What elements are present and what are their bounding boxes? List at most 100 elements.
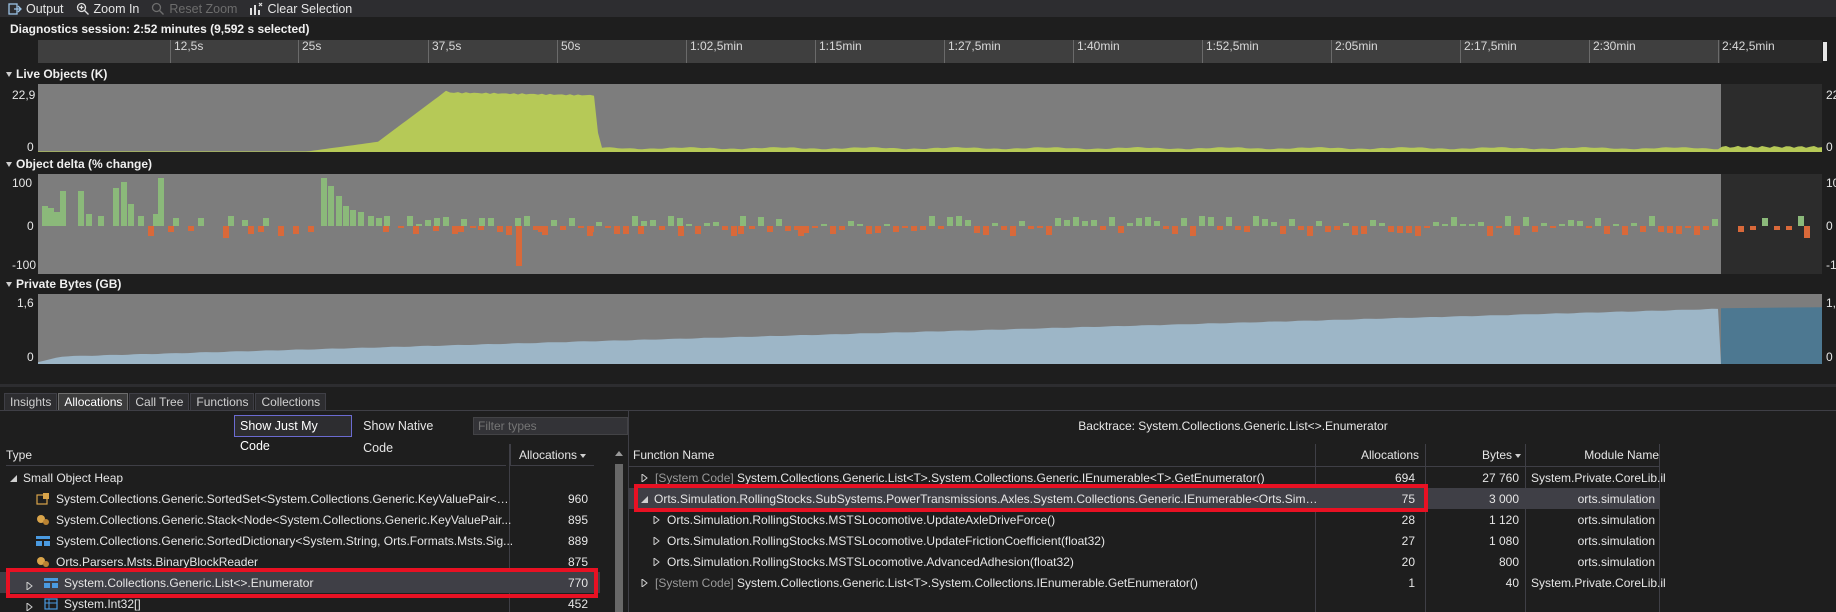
delta-bar [857,224,863,226]
collapse-icon [6,281,12,287]
delta-bar [596,222,602,226]
delta-bar [1694,226,1700,235]
ruler-tick-label: 2:17,5min [1460,40,1517,63]
tab-call-tree[interactable]: Call Tree [129,393,190,410]
ruler-tick-label: 37,5s [428,40,461,63]
zoom-in-button[interactable]: Zoom In [72,0,146,17]
object-delta-header[interactable]: Object delta (% change) [0,156,152,172]
types-scrollbar[interactable] [612,444,626,612]
tab-insights[interactable]: Insights [4,393,58,410]
filter-types-input[interactable] [473,417,628,435]
group-row-small-object-heap[interactable]: Small Object Heap [0,467,600,488]
delta-bar [1631,223,1637,226]
timeline-ruler[interactable]: 12,5s 25s 37,5s 50s 1:02,5min 1:15min 1:27,5mi… [38,40,1822,63]
allocations-column-header[interactable]: Allocations [1319,444,1419,466]
row-module: System.Private.CoreLib.il [1531,575,1666,590]
module-name-column-header[interactable]: Module Name [1531,444,1659,466]
ruler-tick-label: 1:02,5min [686,40,743,63]
delta-bar [1667,226,1673,233]
delta-bar [1379,223,1385,226]
bytes-column-header[interactable]: Bytes [1429,444,1521,466]
delta-right-mid-label: 0 [1826,219,1833,233]
output-icon [8,2,22,16]
delta-bar [1073,217,1079,226]
scroll-thumb[interactable] [615,464,623,612]
ruler-scroll-handle[interactable] [1823,42,1827,61]
delta-bar [614,226,620,234]
scroll-up-icon[interactable] [612,448,626,458]
delta-bar [54,212,60,226]
backtrace-row[interactable]: Orts.Simulation.RollingStocks.MSTSLocomo… [629,509,1659,530]
class-gear-icon [36,514,50,526]
clear-selection-button[interactable]: Clear Selection [245,0,358,17]
private-bytes-header[interactable]: Private Bytes (GB) [0,276,121,292]
delta-bar [1442,224,1448,226]
delta-bar [722,226,728,230]
show-just-my-code-button[interactable]: Show Just My Code [234,415,353,453]
delta-bar [98,216,104,226]
analysis-tabs: Insights Allocations Call Tree Functions… [4,393,327,410]
object-delta-graph[interactable] [38,174,1822,274]
delta-bar [1559,224,1565,226]
delta-bar [308,226,314,232]
tab-collections[interactable]: Collections [255,393,327,410]
live-objects-graph[interactable] [38,84,1822,152]
row-module: orts.simulation [1577,512,1655,527]
ruler-tick-label: 2:42,5min [1718,40,1775,63]
delta-bar [358,212,364,226]
delta-bar [478,226,484,230]
delta-bar [1199,216,1205,226]
row-bytes: 1 120 [1488,512,1519,527]
delta-bar [1685,226,1691,228]
output-button[interactable]: Output [4,0,70,17]
tab-allocations[interactable]: Allocations [58,393,129,410]
row-bytes: 40 [1505,575,1519,590]
private-bytes-title: Private Bytes (GB) [16,277,122,291]
delta-bar [965,220,971,226]
type-row[interactable]: System.Collections.Generic.SortedSet<Sys… [0,488,600,509]
tab-functions[interactable]: Functions [190,393,255,410]
delta-bar [1226,217,1232,226]
delta-bar [1316,221,1322,226]
delta-bar [48,208,54,226]
live-objects-header[interactable]: Live Objects (K) [0,66,107,82]
type-name: System.Collections.Generic.Stack<Node<Sy… [56,512,512,527]
backtrace-row[interactable]: [System Code] System.Collections.Generic… [629,572,1666,593]
delta-bar [659,226,665,230]
reset-zoom-button[interactable]: Reset Zoom [147,0,243,17]
expand-icon [653,534,661,548]
delta-bar [920,226,926,230]
type-column-header[interactable]: Type [6,444,506,466]
backtrace-row[interactable]: Orts.Simulation.RollingStocks.MSTSLocomo… [629,551,1659,572]
delta-bar [1361,226,1367,234]
type-row[interactable]: System.Collections.Generic.Stack<Node<Sy… [0,509,600,530]
function-name: System.Collections.Generic.List<T>.Syste… [737,470,1265,485]
collapse-icon [6,161,12,167]
backtrace-row[interactable]: Orts.Simulation.RollingStocks.MSTSLocomo… [629,530,1659,551]
function-name: System.Collections.Generic.List<T>.Syste… [737,575,1198,590]
delta-bar [731,226,737,236]
delta-bar [1325,226,1331,232]
splitter[interactable] [0,384,1836,387]
row-module: orts.simulation [1577,533,1655,548]
private-bytes-graph[interactable] [38,294,1822,364]
delta-bar [1163,226,1169,229]
delta-bar [785,226,791,231]
delta-bar [321,178,327,226]
delta-bar [1262,219,1268,226]
delta-bar [704,223,710,226]
type-row[interactable]: System.Collections.Generic.SortedDiction… [0,530,600,551]
delta-bar [1190,226,1196,236]
allocations-column-header[interactable]: Allocations [510,444,594,466]
delta-bar [433,226,439,231]
collapse-icon [10,471,17,485]
expand-icon [641,576,649,590]
delta-bar [278,226,284,236]
function-name-column-header[interactable]: Function Name [633,444,714,466]
type-allocations: 895 [567,512,588,527]
delta-bar [686,224,692,226]
delta-bar [839,226,845,230]
show-native-code-button[interactable]: Show Native Code [358,415,467,455]
delta-bar [533,226,539,230]
delta-bar [383,226,389,232]
